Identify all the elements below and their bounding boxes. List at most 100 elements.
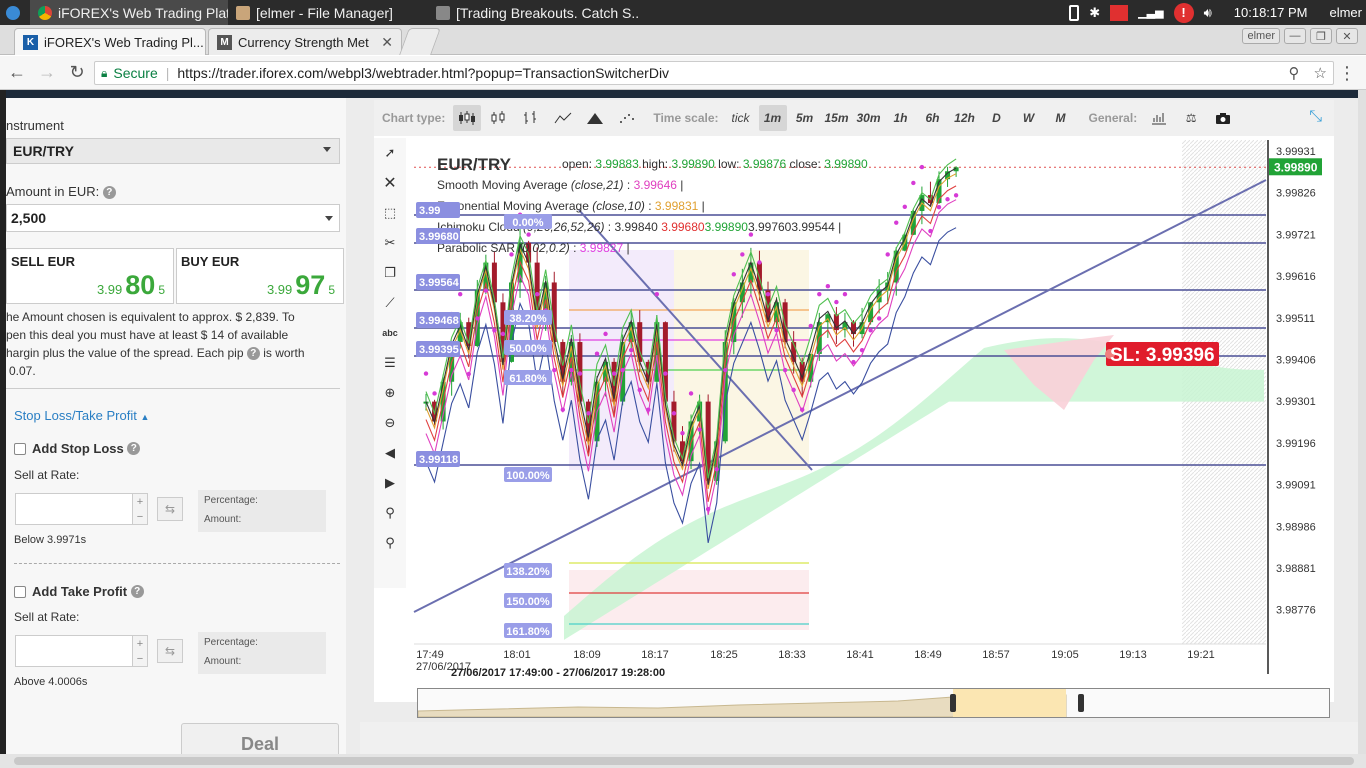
new-tab-button[interactable] <box>399 28 441 55</box>
note-line: 0.07. <box>9 364 36 378</box>
x-tick-label: 18:41 <box>846 649 874 661</box>
profile-badge[interactable]: elmer <box>1242 28 1280 44</box>
plus-icon[interactable]: + <box>137 496 143 508</box>
sltp-toggle[interactable]: Stop Loss/Take Profit ▲ <box>14 408 149 423</box>
sar-dot <box>569 367 574 373</box>
current-price-label: 3.99890 <box>1274 160 1318 174</box>
x-tick-label: 18:57 <box>982 649 1010 661</box>
clock[interactable]: 10:18:17 PM <box>1234 5 1308 20</box>
url-text: https://trader.iforex.com/webpl3/webtrad… <box>177 65 670 81</box>
help-icon[interactable]: ? <box>102 186 116 200</box>
bluetooth-icon[interactable]: ✱ <box>1089 5 1100 21</box>
menu-dots-icon[interactable]: ⋮ <box>1334 60 1360 86</box>
buy-button[interactable]: BUY EUR 3.99 97 5 <box>176 248 344 304</box>
close-window-icon[interactable]: ✕ <box>1336 28 1358 44</box>
alert-icon[interactable]: ! <box>1173 2 1194 23</box>
sl-rate-input[interactable] <box>15 493 133 525</box>
secure-label: Secure <box>113 65 158 81</box>
sar-dot <box>731 272 736 277</box>
y-tick-label: 3.99931 <box>1276 146 1316 158</box>
maximize-icon[interactable]: ❐ <box>1310 28 1332 44</box>
minimize-icon[interactable]: — <box>1284 28 1306 44</box>
navigator-left-handle[interactable] <box>950 694 956 712</box>
signal-icon[interactable]: ▁▃▅ <box>1138 6 1163 19</box>
fib-label: 50.00% <box>509 343 547 355</box>
y-tick-label: 3.99721 <box>1276 229 1316 241</box>
close-tab-icon[interactable]: ✕ <box>375 34 393 51</box>
percentage-label: Percentage: <box>204 495 258 506</box>
minus-icon[interactable]: − <box>137 511 143 523</box>
x-tick-label: 18:09 <box>573 649 601 661</box>
tab-currency-strength[interactable]: M Currency Strength Met ✕ <box>208 28 402 55</box>
extension-icon[interactable]: ⚲ <box>1289 64 1300 82</box>
reload-icon[interactable]: ↻ <box>64 60 90 86</box>
sar-dot <box>492 328 497 333</box>
trade-panel: nstrument EUR/TRY Amount in EUR: ? 2,500… <box>6 98 346 758</box>
swap-icon[interactable]: ⇆ <box>157 497 183 521</box>
sar-dot <box>603 331 608 337</box>
red-square-icon[interactable] <box>1110 4 1129 21</box>
sltp-title: Stop Loss/Take Profit <box>14 408 137 423</box>
help-icon[interactable]: ? <box>246 347 260 361</box>
task-trading-breakouts[interactable]: [Trading Breakouts. Catch S... <box>428 0 638 25</box>
horizontal-scrollbar[interactable] <box>0 754 1366 768</box>
add-stop-loss-checkbox[interactable]: Add Stop Loss ? <box>14 441 141 456</box>
battery-icon[interactable] <box>1069 4 1080 21</box>
sar-dot <box>953 193 959 198</box>
user-name[interactable]: elmer <box>1329 5 1362 20</box>
deal-button[interactable]: Deal <box>181 723 339 758</box>
task-file-manager[interactable]: [elmer - File Manager] <box>228 0 428 25</box>
system-tray: ✱ ▁▃▅ ! 🔊︎ 10:18:17 PM elmer <box>1069 0 1366 25</box>
help-icon[interactable]: ? <box>130 585 144 598</box>
navigator-right-handle[interactable] <box>1078 694 1084 712</box>
ichimoku-legend: Ichimoku Cloud (9,26,26,52,26) : 3.99840… <box>437 220 841 234</box>
price-fraction: 5 <box>328 283 335 297</box>
instrument-select[interactable]: EUR/TRY <box>6 138 340 164</box>
lock-icon: 🔒︎ <box>101 65 108 80</box>
y-tick-label: 3.99511 <box>1276 313 1315 325</box>
task-iforex[interactable]: iFOREX's Web Trading Platf... <box>30 0 228 25</box>
sell-button[interactable]: SELL EUR 3.99 80 5 <box>6 248 174 304</box>
price-chart[interactable]: EUR/TRY open: 3.99883 high: 3.99890 low: … <box>374 100 1334 702</box>
vertical-scrollbar[interactable] <box>1358 90 1366 754</box>
menu-icon[interactable] <box>0 0 30 25</box>
price-tag: 3.99564 <box>419 277 460 289</box>
volume-icon[interactable]: 🔊︎ <box>1204 5 1212 21</box>
minus-icon[interactable]: − <box>137 653 143 665</box>
checkbox-box[interactable] <box>14 442 26 455</box>
fib-label: 100.00% <box>506 470 550 482</box>
task-label: [Trading Breakouts. Catch S... <box>456 4 638 21</box>
sar-dot <box>594 351 600 356</box>
sar-dot <box>577 371 583 376</box>
navigator-selection[interactable] <box>953 689 1066 717</box>
bookmark-star-icon[interactable]: ☆ <box>1314 64 1327 82</box>
tp-rate-label: Sell at Rate: <box>14 610 80 624</box>
add-take-profit-checkbox[interactable]: Add Take Profit ? <box>14 584 144 599</box>
back-icon[interactable]: ← <box>4 60 30 86</box>
plus-icon[interactable]: + <box>137 638 143 650</box>
tab-iforex[interactable]: K iFOREX's Web Trading Pl... ✕ <box>14 28 206 55</box>
price-tag: 3.99680 <box>419 231 459 243</box>
scroll-thumb[interactable] <box>14 757 1354 765</box>
tp-rate-stepper[interactable]: + − <box>132 635 148 667</box>
amount-select[interactable]: 2,500 <box>6 204 340 232</box>
task-label: iFOREX's Web Trading Platf... <box>58 4 228 21</box>
forward-icon[interactable]: → <box>34 60 60 86</box>
sar-dot <box>800 407 805 412</box>
iforex-favicon: K <box>23 34 38 50</box>
sar-dot <box>688 391 694 396</box>
sar-dot <box>911 180 916 186</box>
x-tick-label: 19:13 <box>1119 649 1147 661</box>
help-icon[interactable]: ? <box>127 442 141 455</box>
chevron-down-icon <box>323 147 331 152</box>
url-field[interactable]: 🔒︎ Secure | https://trader.iforex.com/we… <box>94 61 1334 85</box>
navigator[interactable] <box>417 688 1330 718</box>
swap-icon[interactable]: ⇆ <box>157 639 183 663</box>
checkbox-box[interactable] <box>14 585 26 598</box>
y-tick-label: 3.99406 <box>1276 355 1316 367</box>
price-tag: 3.99118 <box>419 454 458 466</box>
tp-rate-input[interactable] <box>15 635 133 667</box>
close-tab-icon[interactable]: ✕ <box>204 34 205 51</box>
note-line: pen this deal you must have at least $ 1… <box>6 328 289 342</box>
sl-rate-stepper[interactable]: + − <box>132 493 148 525</box>
